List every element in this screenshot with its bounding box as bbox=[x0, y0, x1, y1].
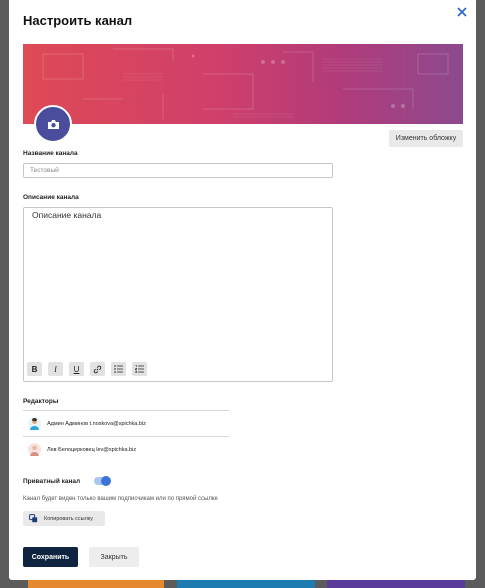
editor-name: Лев Белоцерковец lev@spichka.biz bbox=[47, 446, 137, 453]
copy-link-label: Копировать ссылку bbox=[44, 515, 94, 522]
camera-icon bbox=[47, 119, 59, 129]
description-text: Описание канала bbox=[32, 210, 102, 220]
toggle-knob bbox=[101, 476, 112, 486]
copy-link-button[interactable]: Копировать ссылку bbox=[23, 511, 105, 526]
private-channel-toggle[interactable] bbox=[94, 476, 112, 486]
private-channel-label: Приватный канал bbox=[23, 477, 81, 485]
bullet-list-icon bbox=[114, 365, 123, 373]
editor-name: Админ Админов t.noskova@spichka.biz bbox=[47, 420, 146, 427]
description-editor[interactable]: Описание канала B I U bbox=[23, 207, 333, 382]
editors-label: Редакторы bbox=[23, 398, 59, 405]
close-button[interactable]: Закрыть bbox=[89, 547, 139, 567]
numbered-list-icon bbox=[135, 365, 144, 373]
copy-icon bbox=[29, 514, 38, 523]
editor-toolbar: B I U bbox=[27, 362, 147, 376]
private-channel-hint: Канал будет виден только вашим подписчик… bbox=[23, 496, 218, 502]
link-icon bbox=[93, 365, 102, 373]
list-item[interactable]: Админ Админов t.noskova@spichka.biz bbox=[23, 410, 229, 436]
avatar bbox=[28, 417, 41, 430]
editors-list: Админ Админов t.noskova@spichka.biz Лев … bbox=[23, 410, 229, 462]
dialog-title: Настроить канал bbox=[23, 13, 133, 28]
channel-avatar[interactable] bbox=[34, 105, 72, 143]
bullet-list-button[interactable] bbox=[111, 362, 126, 376]
numbered-list-button[interactable] bbox=[132, 362, 147, 376]
save-button[interactable]: Сохранить bbox=[23, 547, 78, 567]
channel-cover bbox=[23, 44, 463, 124]
italic-button[interactable]: I bbox=[48, 362, 63, 376]
link-button[interactable] bbox=[90, 362, 105, 376]
channel-description-label: Описание канала bbox=[23, 194, 79, 201]
avatar bbox=[28, 443, 41, 456]
channel-settings-dialog: Настроить канал Изменить обложку Названи… bbox=[9, 0, 476, 580]
background-thumbnail bbox=[28, 580, 164, 588]
underline-button[interactable]: U bbox=[69, 362, 84, 376]
background-thumbnail bbox=[327, 580, 465, 588]
list-item[interactable]: Лев Белоцерковец lev@spichka.biz bbox=[23, 436, 229, 462]
channel-name-input[interactable] bbox=[23, 163, 333, 178]
change-cover-button[interactable]: Изменить обложку bbox=[389, 130, 463, 147]
private-channel-row: Приватный канал bbox=[23, 476, 112, 486]
close-icon[interactable] bbox=[455, 6, 469, 20]
bold-button[interactable]: B bbox=[27, 362, 42, 376]
channel-name-label: Название канала bbox=[23, 150, 78, 157]
background-thumbnail bbox=[177, 580, 315, 588]
